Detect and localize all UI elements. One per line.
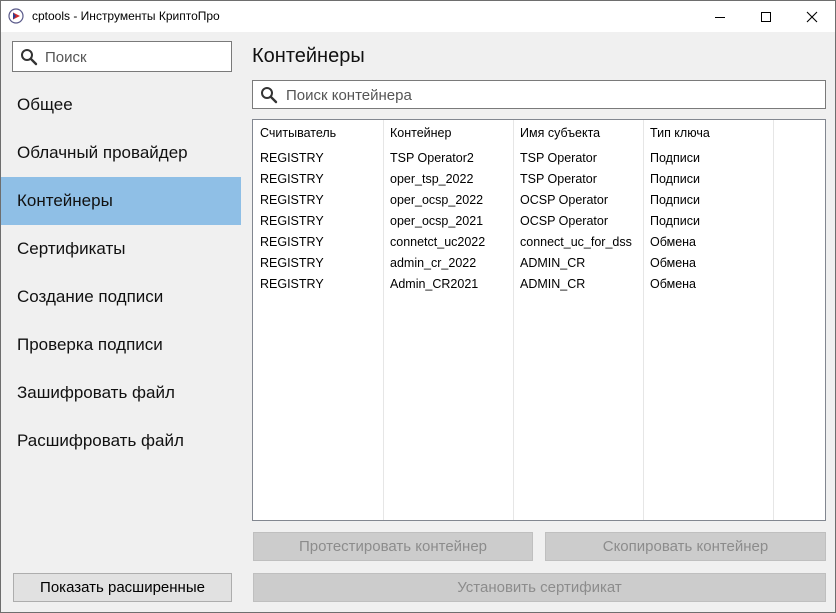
maximize-button[interactable]	[743, 1, 789, 32]
containers-grid: Считыватель Контейнер Имя субъекта Тип к…	[253, 120, 825, 294]
sidebar-item-containers[interactable]: Контейнеры	[1, 177, 241, 225]
container-search	[252, 80, 826, 109]
window-title: cptools - Инструменты КриптоПро	[32, 9, 220, 23]
table-row[interactable]: REGISTRY admin_cr_2022 ADMIN_CR Обмена	[253, 252, 825, 273]
table-row[interactable]: REGISTRY oper_tsp_2022 TSP Operator Подп…	[253, 168, 825, 189]
cell-key-type: Обмена	[650, 276, 697, 291]
cell-reader: REGISTRY	[260, 276, 324, 291]
cell-subject-name: TSP Operator	[520, 171, 597, 186]
cryptopro-app-icon	[8, 8, 24, 24]
sidebar-item-cloud-provider[interactable]: Облачный провайдер	[1, 129, 241, 177]
containers-table[interactable]: Считыватель Контейнер Имя субъекта Тип к…	[252, 119, 826, 521]
title-bar: cptools - Инструменты КриптоПро	[1, 1, 835, 32]
minimize-icon	[715, 16, 725, 18]
table-row[interactable]: REGISTRY TSP Operator2 TSP Operator Подп…	[253, 147, 825, 168]
sidebar-item-encrypt-file[interactable]: Зашифровать файл	[1, 369, 241, 417]
search-icon	[260, 86, 278, 104]
cell-reader: REGISTRY	[260, 150, 324, 165]
cell-container: oper_ocsp_2021	[390, 213, 484, 228]
cell-container: connetct_uc2022	[390, 234, 486, 249]
table-row[interactable]: REGISTRY connetct_uc2022 connect_uc_for_…	[253, 231, 825, 252]
cell-reader: REGISTRY	[260, 171, 324, 186]
column-header-subject-name[interactable]: Имя субъекта	[513, 120, 643, 147]
container-search-input[interactable]	[286, 84, 816, 106]
close-icon	[806, 11, 818, 22]
sidebar-item-verify-signature[interactable]: Проверка подписи	[1, 321, 241, 369]
cell-subject-name: TSP Operator	[520, 150, 597, 165]
sidebar-item-create-signature[interactable]: Создание подписи	[1, 273, 241, 321]
show-advanced-button[interactable]: Показать расширенные	[13, 573, 232, 602]
cell-container: Admin_CR2021	[390, 276, 479, 291]
cell-reader: REGISTRY	[260, 192, 324, 207]
column-header-key-type[interactable]: Тип ключа	[643, 120, 773, 147]
cell-subject-name: OCSP Operator	[520, 192, 609, 207]
cell-reader: REGISTRY	[260, 255, 324, 270]
minimize-button[interactable]	[697, 1, 743, 32]
sidebar-item-decrypt-file[interactable]: Расшифровать файл	[1, 417, 241, 465]
maximize-icon	[761, 11, 771, 22]
cell-container: oper_ocsp_2022	[390, 192, 484, 207]
cell-reader: REGISTRY	[260, 234, 324, 249]
sidebar-search-input[interactable]	[45, 46, 225, 68]
sidebar-item-certificates[interactable]: Сертификаты	[1, 225, 241, 273]
test-container-button[interactable]: Протестировать контейнер	[253, 532, 533, 561]
cell-key-type: Подписи	[650, 171, 700, 186]
cell-reader: REGISTRY	[260, 213, 324, 228]
search-icon	[20, 48, 38, 66]
table-row[interactable]: REGISTRY oper_ocsp_2022 OCSP Operator По…	[253, 189, 825, 210]
cell-container: admin_cr_2022	[390, 255, 477, 270]
close-button[interactable]	[789, 1, 835, 32]
app-window: cptools - Инструменты КриптоПро Общее Об…	[0, 0, 836, 613]
sidebar-search	[12, 41, 232, 72]
cell-subject-name: OCSP Operator	[520, 213, 609, 228]
cell-container: oper_tsp_2022	[390, 171, 474, 186]
table-row[interactable]: REGISTRY Admin_CR2021 ADMIN_CR Обмена	[253, 273, 825, 294]
main-panel: Контейнеры Считыватель Контейнер Имя суб…	[241, 32, 835, 612]
cell-subject-name: connect_uc_for_dss	[520, 234, 632, 249]
cell-subject-name: ADMIN_CR	[520, 276, 586, 291]
cell-subject-name: ADMIN_CR	[520, 255, 586, 270]
column-header-container[interactable]: Контейнер	[383, 120, 513, 147]
table-row[interactable]: REGISTRY oper_ocsp_2021 OCSP Operator По…	[253, 210, 825, 231]
sidebar: Общее Облачный провайдер Контейнеры Серт…	[1, 32, 241, 612]
sidebar-nav: Общее Облачный провайдер Контейнеры Серт…	[1, 81, 241, 465]
cell-key-type: Подписи	[650, 192, 700, 207]
sidebar-item-general[interactable]: Общее	[1, 81, 241, 129]
cell-key-type: Подписи	[650, 213, 700, 228]
cell-key-type: Подписи	[650, 150, 700, 165]
install-certificate-button[interactable]: Установить сертификат	[253, 573, 826, 602]
page-title: Контейнеры	[252, 45, 365, 67]
copy-container-button[interactable]: Скопировать контейнер	[545, 532, 826, 561]
cell-container: TSP Operator2	[390, 150, 474, 165]
cell-key-type: Обмена	[650, 255, 697, 270]
table-header-row: Считыватель Контейнер Имя субъекта Тип к…	[253, 120, 825, 147]
column-header-reader[interactable]: Считыватель	[253, 120, 383, 147]
cell-key-type: Обмена	[650, 234, 697, 249]
column-header-filler	[773, 120, 825, 147]
